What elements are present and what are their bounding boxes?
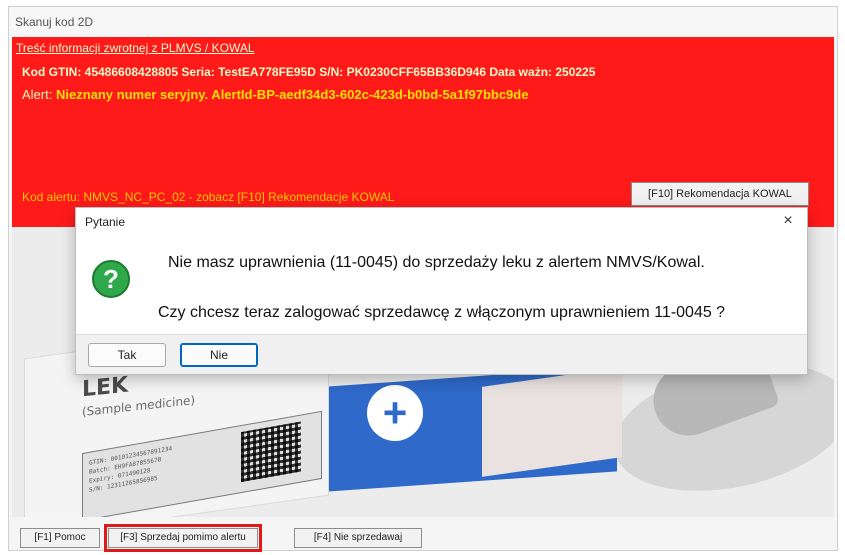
alert-panel: Treść informacji zwrotnej z PLMVS / KOWA… <box>12 37 834 227</box>
alert-message: Alert: Nieznany numer seryjny. AlertId-B… <box>22 87 528 102</box>
no-button[interactable]: Nie <box>180 343 258 367</box>
function-key-bar: [F1] Pomoc [F3] Sprzedaj pomimo alertu [… <box>12 522 834 552</box>
alert-text: Nieznany numer seryjny. AlertId-BP-aedf3… <box>55 87 529 102</box>
plus-icon: + <box>367 385 423 441</box>
dialog-footer: Tak Nie <box>76 334 807 374</box>
sell-anyway-button[interactable]: [F3] Sprzedaj pomimo alertu <box>104 524 262 552</box>
dont-sell-button[interactable]: [F4] Nie sprzedawaj <box>294 528 422 548</box>
dialog-title: Pytanie <box>85 215 126 229</box>
window-title: Skanuj kod 2D <box>9 7 837 37</box>
scan-window: Skanuj kod 2D Treść informacji zwrotnej … <box>8 6 838 552</box>
question-icon: ? <box>92 260 130 298</box>
yes-button[interactable]: Tak <box>88 343 166 367</box>
alert-label: Alert: <box>22 87 53 102</box>
help-button[interactable]: [F1] Pomoc <box>20 528 100 548</box>
datamatrix-code <box>241 421 301 483</box>
dialog-message-line1: Nie masz uprawnienia (11-0045) do sprzed… <box>168 254 705 271</box>
product-info-line: Kod GTIN: 45486608428805 Seria: TestEA77… <box>22 65 596 79</box>
dialog-message-line2: Czy chcesz teraz zalogować sprzedawcę z … <box>158 304 726 321</box>
question-dialog: Pytanie × ? Nie masz uprawnienia (11-004… <box>75 207 808 375</box>
alert-code-line: Kod alertu: NMVS_NC_PC_02 - zobacz [F10]… <box>22 190 395 204</box>
product-name: LEK <box>82 372 129 403</box>
close-icon[interactable]: × <box>779 212 797 230</box>
alert-header-link[interactable]: Treść informacji zwrotnej z PLMVS / KOWA… <box>16 41 255 55</box>
label-lines: GTIN: 00101234567891234 Batch: EH9FA8785… <box>89 444 172 495</box>
recommendation-button[interactable]: [F10] Rekomendacja KOWAL <box>631 182 809 206</box>
